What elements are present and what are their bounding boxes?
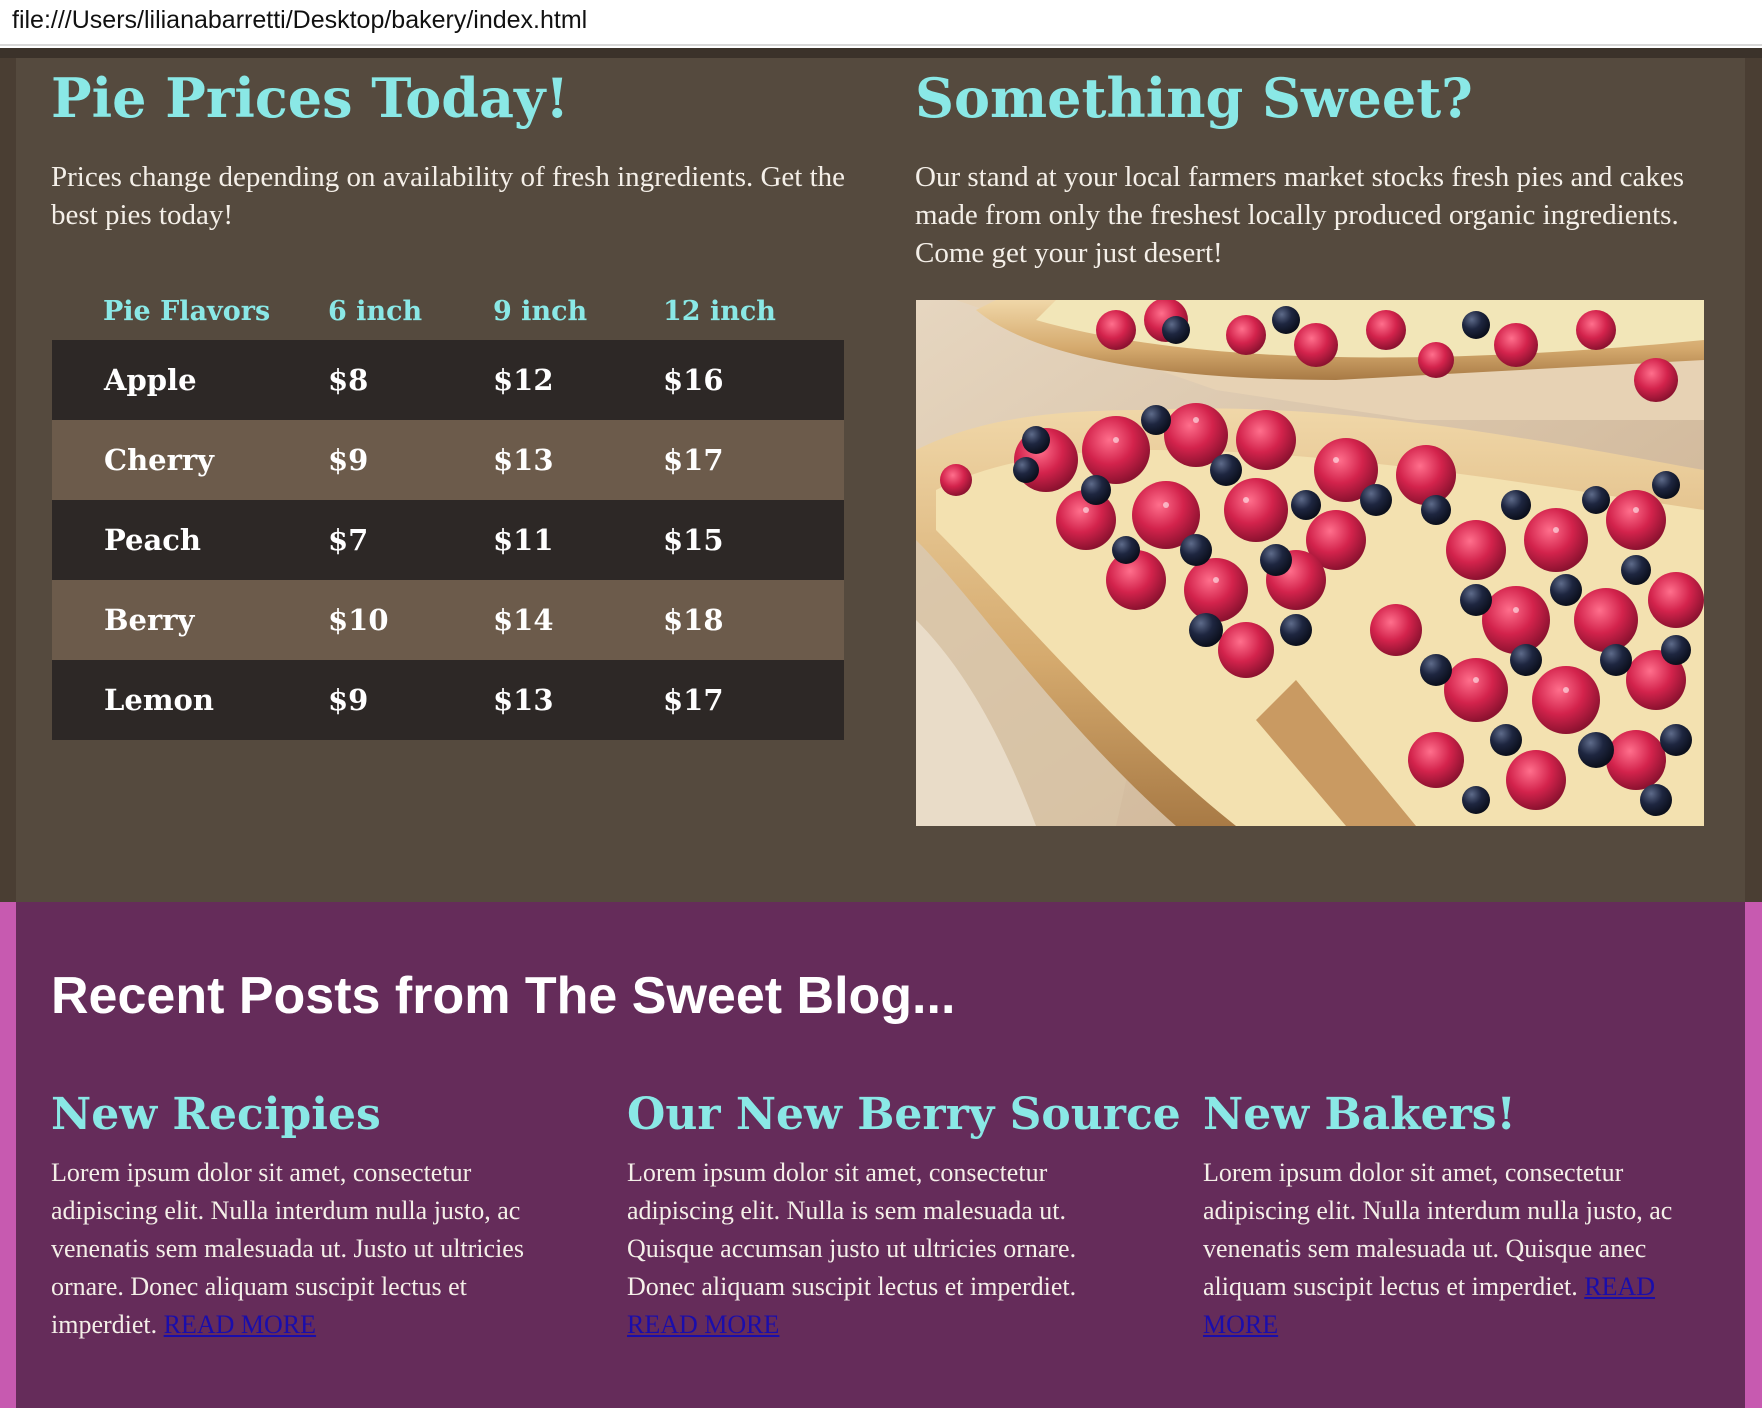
table-row: Peach $7 $11 $15 bbox=[52, 500, 844, 580]
something-sweet-title: Something Sweet? bbox=[915, 66, 1473, 130]
flavor-cell: Berry bbox=[52, 580, 320, 660]
top-edge-strip bbox=[0, 48, 1762, 58]
blog-post: New Bakers! Lorem ipsum dolor sit amet, … bbox=[1203, 1086, 1723, 1344]
right-edge-brown bbox=[1745, 58, 1762, 902]
price-cell: $17 bbox=[663, 420, 844, 500]
blog-post: New Recipies Lorem ipsum dolor sit amet,… bbox=[51, 1086, 571, 1344]
blog-post-text: Lorem ipsum dolor sit amet, consectetur … bbox=[627, 1158, 1077, 1301]
table-row: Cherry $9 $13 $17 bbox=[52, 420, 844, 500]
price-cell: $7 bbox=[320, 500, 493, 580]
blog-post-body: Lorem ipsum dolor sit amet, consectetur … bbox=[627, 1154, 1147, 1344]
pie-prices-intro: Prices change depending on availability … bbox=[51, 161, 846, 231]
price-cell: $16 bbox=[663, 340, 844, 420]
blog-post-body: Lorem ipsum dolor sit amet, consectetur … bbox=[51, 1154, 571, 1344]
header-12-inch: 12 inch bbox=[663, 295, 776, 327]
price-cell: $15 bbox=[663, 500, 844, 580]
price-cell: $10 bbox=[320, 580, 493, 660]
pie-prices-table: Pie Flavors 6 inch 9 inch 12 inch Apple … bbox=[52, 282, 844, 740]
table-row: Berry $10 $14 $18 bbox=[52, 580, 844, 660]
left-edge-brown bbox=[0, 58, 16, 902]
read-more-link[interactable]: READ MORE bbox=[627, 1310, 779, 1339]
price-cell: $9 bbox=[320, 660, 493, 740]
pie-prices-title: Pie Prices Today! bbox=[51, 66, 570, 130]
price-cell: $9 bbox=[320, 420, 493, 500]
blog-post-title: New Recipies bbox=[51, 1089, 381, 1140]
flavor-cell: Apple bbox=[52, 340, 320, 420]
price-cell: $17 bbox=[663, 660, 844, 740]
flavor-cell: Lemon bbox=[52, 660, 320, 740]
flavor-cell: Cherry bbox=[52, 420, 320, 500]
right-edge-pink bbox=[1745, 902, 1762, 1408]
left-edge-pink bbox=[0, 902, 16, 1408]
table-row: Apple $8 $12 $16 bbox=[52, 340, 844, 420]
read-more-link[interactable]: READ MORE bbox=[164, 1310, 316, 1339]
price-cell: $12 bbox=[493, 340, 663, 420]
flavor-cell: Peach bbox=[52, 500, 320, 580]
price-cell: $13 bbox=[493, 420, 663, 500]
price-cell: $14 bbox=[493, 580, 663, 660]
header-6-inch: 6 inch bbox=[328, 295, 423, 327]
table-header-row: Pie Flavors 6 inch 9 inch 12 inch bbox=[52, 282, 844, 340]
header-9-inch: 9 inch bbox=[493, 295, 588, 327]
table-row: Lemon $9 $13 $17 bbox=[52, 660, 844, 740]
berry-pie-illustration bbox=[916, 300, 1704, 826]
blog-post-title: Our New Berry Source bbox=[627, 1089, 1181, 1140]
url-text[interactable]: file:///Users/lilianabarretti/Desktop/ba… bbox=[12, 6, 587, 35]
berry-pie-photo bbox=[916, 300, 1704, 826]
blog-post-body: Lorem ipsum dolor sit amet, consectetur … bbox=[1203, 1154, 1723, 1344]
blog-section-title: Recent Posts from The Sweet Blog... bbox=[51, 967, 956, 1025]
something-sweet-intro: Our stand at your local farmers market s… bbox=[915, 161, 1685, 269]
blog-post-title: New Bakers! bbox=[1203, 1089, 1516, 1140]
price-cell: $13 bbox=[493, 660, 663, 740]
price-cell: $18 bbox=[663, 580, 844, 660]
price-cell: $8 bbox=[320, 340, 493, 420]
blog-post: Our New Berry Source Lorem ipsum dolor s… bbox=[627, 1086, 1181, 1344]
header-pie-flavors: Pie Flavors bbox=[103, 295, 271, 327]
price-cell: $11 bbox=[493, 500, 663, 580]
browser-address-bar[interactable]: file:///Users/lilianabarretti/Desktop/ba… bbox=[0, 0, 1762, 46]
